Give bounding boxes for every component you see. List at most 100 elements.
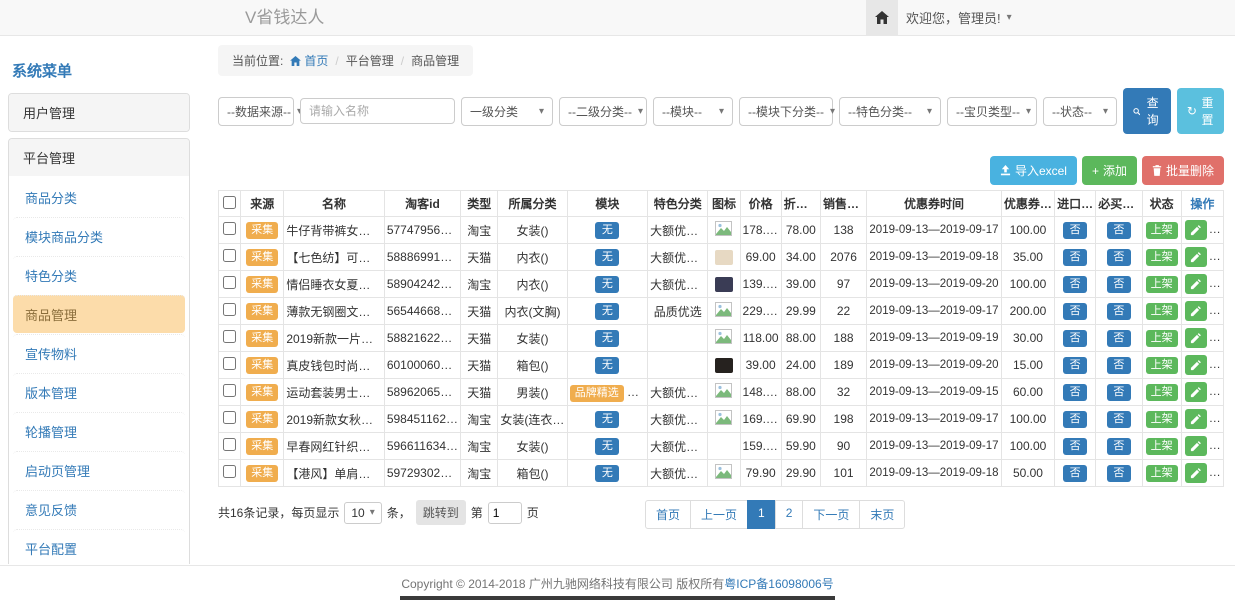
edit-icon xyxy=(1190,252,1201,263)
page-button[interactable]: 上一页 xyxy=(690,500,748,529)
imported-toggle-badge[interactable]: 否 xyxy=(1063,276,1087,293)
edit-button[interactable] xyxy=(1185,382,1207,402)
sidebar-subitem[interactable]: 特色分类 xyxy=(13,256,185,294)
must-buy-toggle-badge[interactable]: 否 xyxy=(1107,438,1131,455)
must-buy-toggle-badge[interactable]: 否 xyxy=(1107,222,1131,239)
add-button[interactable]: + 添加 xyxy=(1082,156,1137,185)
coupon-amount: 100.00 xyxy=(1001,406,1054,433)
imported-toggle-badge[interactable]: 否 xyxy=(1063,330,1087,347)
filter-select[interactable]: --模块下分类-- ▾ xyxy=(739,97,833,126)
sidebar-subitem[interactable]: 意见反馈 xyxy=(13,490,185,528)
edit-button[interactable] xyxy=(1185,274,1207,294)
table-row: 采集 情侣睡衣女夏丝绸男士... 589042420344 淘宝 内衣() 无 … xyxy=(219,271,1224,298)
edit-button[interactable] xyxy=(1185,328,1207,348)
user-menu[interactable]: 欢迎您，管理员! ▾ xyxy=(906,0,1012,35)
data-source-select[interactable]: --数据来源-- ▾ xyxy=(218,97,294,126)
module-cell: 无 xyxy=(567,298,647,325)
row-checkbox[interactable] xyxy=(223,465,236,478)
sidebar-subitem[interactable]: 宣传物料 xyxy=(13,334,185,372)
status-badge[interactable]: 上架 xyxy=(1146,411,1178,428)
sidebar: 系统菜单 用户管理 平台管理 商品分类模块商品分类特色分类商品管理宣传物料版本管… xyxy=(8,50,190,564)
filter-select[interactable]: --特色分类-- ▾ xyxy=(839,97,941,126)
sidebar-subitem[interactable]: 版本管理 xyxy=(13,373,185,411)
discount-price: 34.00 xyxy=(781,244,820,271)
module-cell: 无 xyxy=(567,271,647,298)
imported-toggle-badge[interactable]: 否 xyxy=(1063,465,1087,482)
edit-button[interactable] xyxy=(1185,463,1207,483)
row-checkbox[interactable] xyxy=(223,276,236,289)
row-checkbox[interactable] xyxy=(223,357,236,370)
row-checkbox[interactable] xyxy=(223,330,236,343)
must-buy-toggle-badge[interactable]: 否 xyxy=(1107,411,1131,428)
edit-button[interactable] xyxy=(1185,436,1207,456)
row-checkbox[interactable] xyxy=(223,384,236,397)
search-button[interactable]: 查询 xyxy=(1123,88,1171,134)
row-checkbox[interactable] xyxy=(223,303,236,316)
select-all-checkbox[interactable] xyxy=(223,196,236,209)
imported-toggle-badge[interactable]: 否 xyxy=(1063,303,1087,320)
imported-toggle-badge[interactable]: 否 xyxy=(1063,249,1087,266)
status-badge[interactable]: 上架 xyxy=(1146,330,1178,347)
coupon-time: 2019-09-13—2019-09-17 xyxy=(867,433,1002,460)
sidebar-panel-header[interactable]: 用户管理 xyxy=(9,94,189,131)
sidebar-subitem[interactable]: 轮播管理 xyxy=(13,412,185,450)
status-badge[interactable]: 上架 xyxy=(1146,384,1178,401)
page-button[interactable]: 1 xyxy=(747,500,776,529)
status-badge[interactable]: 上架 xyxy=(1146,276,1178,293)
status-badge[interactable]: 上架 xyxy=(1146,222,1178,239)
must-buy-toggle-badge[interactable]: 否 xyxy=(1107,357,1131,374)
imported-toggle-badge[interactable]: 否 xyxy=(1063,411,1087,428)
status-badge[interactable]: 上架 xyxy=(1146,438,1178,455)
status-badge[interactable]: 上架 xyxy=(1146,249,1178,266)
imported-toggle-badge[interactable]: 否 xyxy=(1063,384,1087,401)
home-button[interactable] xyxy=(866,0,898,35)
imported-toggle-badge[interactable]: 否 xyxy=(1063,222,1087,239)
reset-button[interactable]: ↻ 重置 xyxy=(1177,88,1224,134)
must-buy-toggle-badge[interactable]: 否 xyxy=(1107,465,1131,482)
page-button[interactable]: 下一页 xyxy=(802,500,860,529)
edit-button[interactable] xyxy=(1185,247,1207,267)
module-cell: 无 xyxy=(567,325,647,352)
import-excel-button[interactable]: 导入excel xyxy=(990,156,1077,185)
imported-toggle-badge[interactable]: 否 xyxy=(1063,438,1087,455)
status-badge[interactable]: 上架 xyxy=(1146,357,1178,374)
must-buy-toggle-badge[interactable]: 否 xyxy=(1107,384,1131,401)
sidebar-subitem[interactable]: 启动页管理 xyxy=(13,451,185,489)
page-button[interactable]: 末页 xyxy=(859,500,905,529)
batch-delete-button[interactable]: 批量删除 xyxy=(1142,156,1224,185)
jump-page-input[interactable] xyxy=(488,502,522,524)
must-buy-toggle-badge[interactable]: 否 xyxy=(1107,249,1131,266)
page-button[interactable]: 首页 xyxy=(645,500,691,529)
imported-toggle-badge[interactable]: 否 xyxy=(1063,357,1087,374)
filter-select[interactable]: 一级分类 ▾ xyxy=(461,97,553,126)
jump-button[interactable]: 跳转到 xyxy=(416,500,466,525)
must-buy-toggle-badge[interactable]: 否 xyxy=(1107,276,1131,293)
edit-button[interactable] xyxy=(1185,301,1207,321)
status-badge[interactable]: 上架 xyxy=(1146,465,1178,482)
page-button[interactable]: 2 xyxy=(775,500,804,529)
edit-button[interactable] xyxy=(1185,409,1207,429)
must-buy-toggle-badge[interactable]: 否 xyxy=(1107,330,1131,347)
row-checkbox[interactable] xyxy=(223,249,236,262)
filter-select[interactable]: --模块-- ▾ xyxy=(653,97,733,126)
filter-select[interactable]: --宝贝类型-- ▾ xyxy=(947,97,1037,126)
sidebar-panel-header[interactable]: 平台管理 xyxy=(9,139,189,176)
name-search-input[interactable] xyxy=(300,98,455,124)
filter-select[interactable]: --状态-- ▾ xyxy=(1043,97,1117,126)
edit-button[interactable] xyxy=(1185,355,1207,375)
sidebar-subitem[interactable]: 模块商品分类 xyxy=(13,217,185,255)
edit-button[interactable] xyxy=(1185,220,1207,240)
row-checkbox[interactable] xyxy=(223,222,236,235)
source-badge: 采集 xyxy=(246,222,278,239)
row-checkbox[interactable] xyxy=(223,411,236,424)
filter-select[interactable]: --二级分类-- ▾ xyxy=(559,97,647,126)
sidebar-subitem[interactable]: 平台配置 xyxy=(13,529,185,564)
sidebar-subitem[interactable]: 商品分类 xyxy=(13,179,185,216)
page-size-select[interactable]: 10 ▾ xyxy=(344,502,381,524)
row-checkbox[interactable] xyxy=(223,438,236,451)
sidebar-subitem[interactable]: 商品管理 xyxy=(13,295,185,333)
breadcrumb-home-link[interactable]: 首页 xyxy=(290,52,328,69)
status-badge[interactable]: 上架 xyxy=(1146,303,1178,320)
must-buy-toggle-badge[interactable]: 否 xyxy=(1107,303,1131,320)
icp-link[interactable]: 粤ICP备16098006号 xyxy=(724,577,833,591)
